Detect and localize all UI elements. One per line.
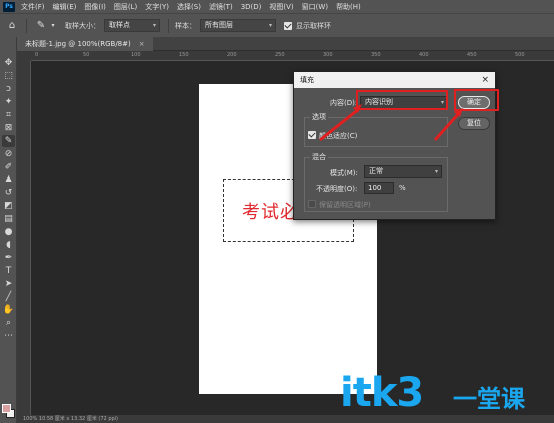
vertical-ruler xyxy=(17,61,31,415)
sample-label: 样本： xyxy=(175,21,196,30)
menu-select[interactable]: 选择(S) xyxy=(177,2,201,12)
eyedropper-icon[interactable]: ✎ xyxy=(35,20,47,32)
shape-tool-icon[interactable]: ╱ xyxy=(2,291,15,303)
crop-tool-icon[interactable]: ⌗ xyxy=(2,109,15,121)
stamp-tool-icon[interactable]: ♟ xyxy=(2,174,15,186)
menu-help[interactable]: 帮助(H) xyxy=(336,2,361,12)
chevron-down-icon[interactable]: ▾ xyxy=(47,20,59,32)
itk3-watermark-chinese: 一堂课 xyxy=(453,385,525,413)
frame-tool-icon[interactable]: ⊠ xyxy=(2,122,15,134)
magic-wand-tool-icon[interactable]: ✦ xyxy=(2,96,15,108)
foreground-color-swatch[interactable] xyxy=(2,404,11,413)
lasso-tool-icon[interactable]: ↄ xyxy=(2,83,15,95)
content-label: 内容(D): xyxy=(330,99,358,107)
menu-image[interactable]: 图像(I) xyxy=(84,2,106,12)
show-ring-checkbox[interactable] xyxy=(284,21,292,30)
zoom-tool-icon[interactable]: ⌕ xyxy=(2,317,15,329)
ruler-tick: 500 xyxy=(515,52,525,58)
horizontal-ruler: 0 50 100 150 200 250 300 350 400 450 500 xyxy=(31,51,554,61)
menu-file[interactable]: 文件(F) xyxy=(21,2,45,12)
document-tab-title: 未标题-1.jpg @ 100%(RGB/8#) xyxy=(25,40,131,48)
menu-window[interactable]: 窗口(W) xyxy=(302,2,328,12)
brush-tool-icon[interactable]: ✐ xyxy=(2,161,15,173)
chevron-down-icon: ▾ xyxy=(268,22,272,29)
document-tab[interactable]: 未标题-1.jpg @ 100%(RGB/8#) × xyxy=(17,37,153,51)
ruler-tick: 50 xyxy=(83,52,90,58)
menu-view[interactable]: 视图(V) xyxy=(269,2,293,12)
opacity-input[interactable]: 100 xyxy=(364,182,394,194)
move-tool-icon[interactable]: ✥ xyxy=(2,57,15,69)
mode-value: 正常 xyxy=(369,167,383,175)
ruler-tick: 450 xyxy=(467,52,477,58)
blend-group-label: 混合 xyxy=(310,152,328,162)
ruler-tick: 400 xyxy=(419,52,429,58)
history-brush-tool-icon[interactable]: ↺ xyxy=(2,187,15,199)
marquee-tool-icon[interactable]: ⬚ xyxy=(2,70,15,82)
document-tab-bar: 未标题-1.jpg @ 100%(RGB/8#) × xyxy=(17,37,554,51)
pen-tool-icon[interactable]: ✒ xyxy=(2,252,15,264)
preserve-transparency-checkbox[interactable] xyxy=(308,200,316,208)
color-adapt-label: 颜色适应(C) xyxy=(319,132,358,140)
menu-filter[interactable]: 滤镜(T) xyxy=(209,2,233,12)
sample-size-label: 取样大小： xyxy=(65,21,100,30)
mode-select[interactable]: 正常 ▾ xyxy=(364,165,442,178)
ruler-tick: 100 xyxy=(131,52,141,58)
ruler-tick: 300 xyxy=(323,52,333,58)
canvas-text: 考试必 xyxy=(242,202,299,223)
ok-highlight-box xyxy=(454,89,499,111)
opacity-label: 不透明度(O): xyxy=(316,185,358,193)
tools-panel: ✥ ⬚ ↄ ✦ ⌗ ⊠ ✎ ⊘ ✐ ♟ ↺ ◩ ▤ ● ◖ ✒ T ➤ ╱ ✋ … xyxy=(0,37,17,423)
photoshop-logo-icon: Ps xyxy=(3,1,15,12)
more-tools-icon[interactable]: ⋯ xyxy=(2,330,15,342)
ruler-tick: 250 xyxy=(275,52,285,58)
menu-edit[interactable]: 编辑(E) xyxy=(53,2,77,12)
sample-size-select[interactable]: 取样点 ▾ xyxy=(104,19,160,32)
ruler-tick: 200 xyxy=(227,52,237,58)
home-icon[interactable]: ⌂ xyxy=(6,20,18,32)
ruler-corner xyxy=(17,51,31,61)
dodge-tool-icon[interactable]: ◖ xyxy=(2,239,15,251)
chevron-down-icon: ▾ xyxy=(434,168,438,175)
menu-type[interactable]: 文字(Y) xyxy=(145,2,169,12)
status-bar: 100% 10.58 厘米 x 13.32 厘米 (72 ppi) xyxy=(17,415,554,423)
close-icon[interactable]: × xyxy=(139,40,145,48)
itk3-watermark-logo: itk3 xyxy=(340,370,424,416)
divider xyxy=(26,18,27,33)
sample-value: 所有图层 xyxy=(205,21,233,29)
options-group-label: 选项 xyxy=(310,112,328,122)
menu-3d[interactable]: 3D(D) xyxy=(241,3,262,11)
divider xyxy=(168,18,169,33)
content-highlight-box xyxy=(356,90,448,110)
menu-layer[interactable]: 图层(L) xyxy=(114,2,137,12)
gradient-tool-icon[interactable]: ▤ xyxy=(2,213,15,225)
eyedropper-tool-icon[interactable]: ✎ xyxy=(2,135,15,147)
preserve-transparency-label: 保留透明区域(P) xyxy=(319,201,371,209)
chevron-down-icon: ▾ xyxy=(152,22,156,29)
close-icon[interactable]: × xyxy=(481,72,489,88)
healing-brush-tool-icon[interactable]: ⊘ xyxy=(2,148,15,160)
dialog-title: 填充 xyxy=(300,76,314,84)
reset-button[interactable]: 复位 xyxy=(458,117,490,130)
ruler-tick: 350 xyxy=(371,52,381,58)
options-bar: ⌂ ✎ ▾ 取样大小： 取样点 ▾ 样本： 所有图层 ▾ 显示取样环 xyxy=(0,13,554,37)
opacity-unit: % xyxy=(399,184,406,192)
color-adapt-checkbox[interactable] xyxy=(308,131,316,139)
menu-bar: Ps 文件(F) 编辑(E) 图像(I) 图层(L) 文字(Y) 选择(S) 滤… xyxy=(0,0,554,13)
type-tool-icon[interactable]: T xyxy=(2,265,15,277)
dialog-title-bar: 填充 × xyxy=(294,72,495,88)
blur-tool-icon[interactable]: ● xyxy=(2,226,15,238)
hand-tool-icon[interactable]: ✋ xyxy=(2,304,15,316)
sample-size-value: 取样点 xyxy=(109,21,130,29)
ruler-tick: 0 xyxy=(35,52,39,58)
mode-label: 模式(M): xyxy=(330,169,358,177)
sample-select[interactable]: 所有图层 ▾ xyxy=(200,19,276,32)
show-ring-label: 显示取样环 xyxy=(296,21,331,30)
eraser-tool-icon[interactable]: ◩ xyxy=(2,200,15,212)
path-selection-tool-icon[interactable]: ➤ xyxy=(2,278,15,290)
ruler-tick: 150 xyxy=(179,52,189,58)
